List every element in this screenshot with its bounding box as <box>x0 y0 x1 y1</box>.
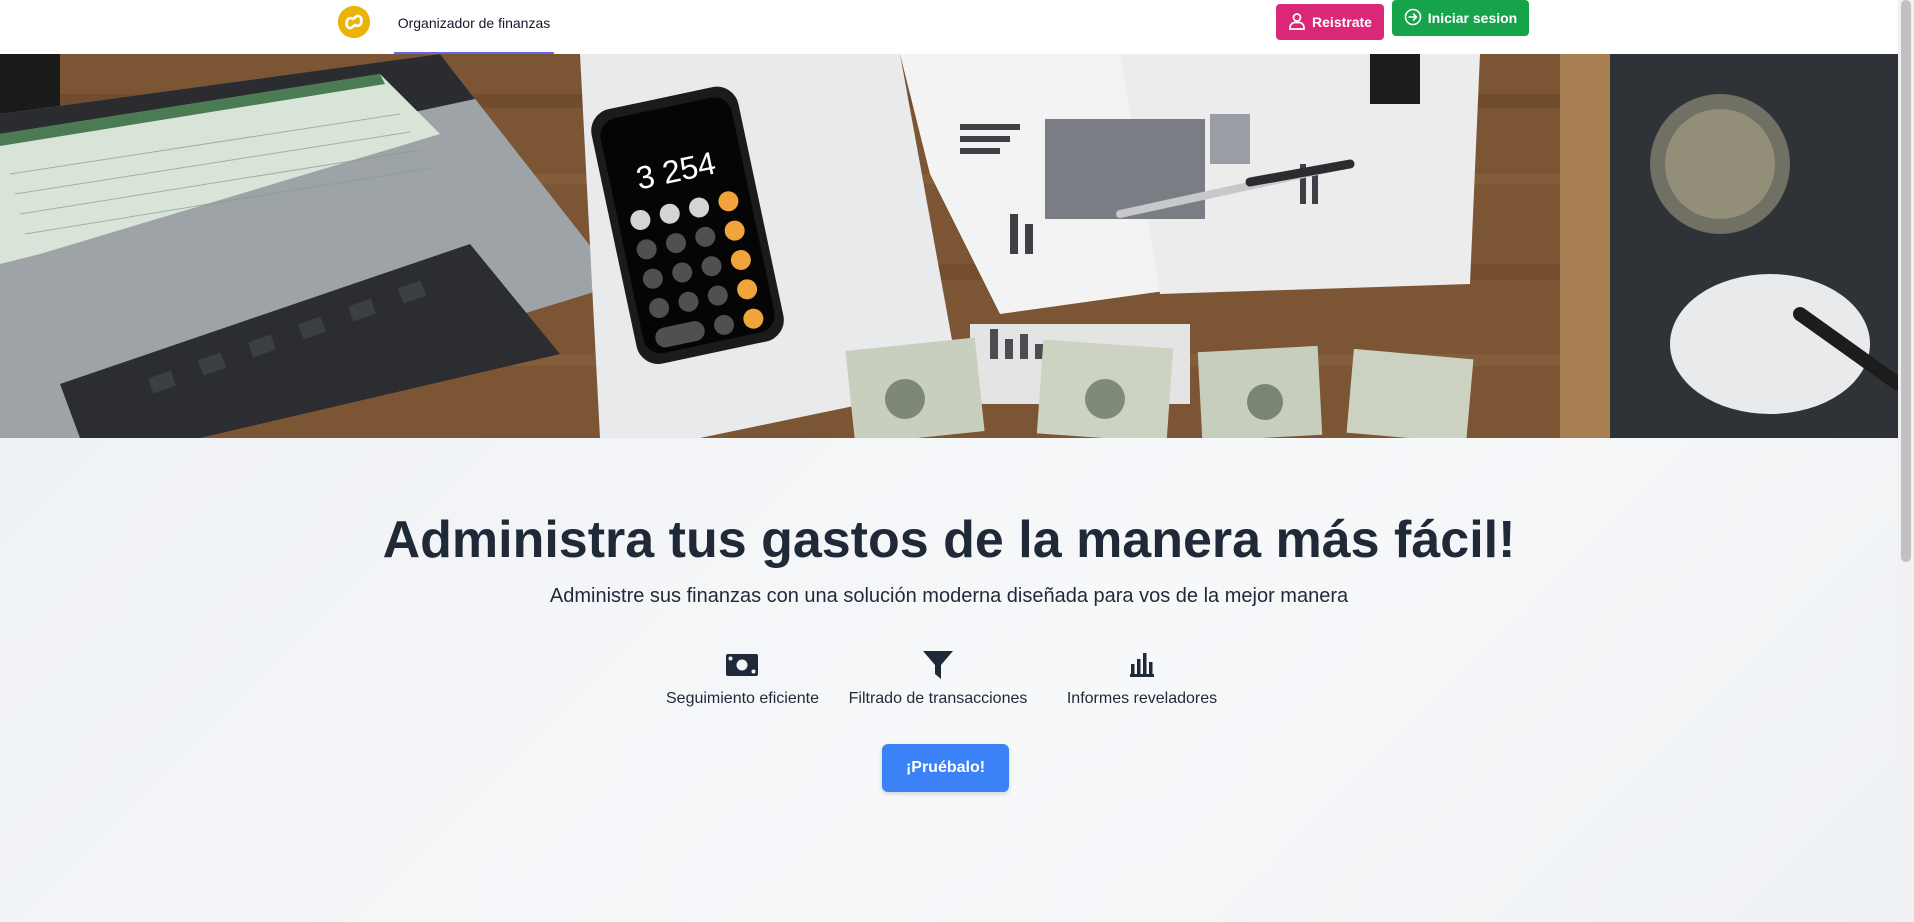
feature-label: Filtrado de transacciones <box>848 690 1028 707</box>
try-it-button[interactable]: ¡Pruébalo! <box>882 744 1009 792</box>
hero-image: 3 254 <box>0 54 1898 438</box>
feature-reports: Informes reveladores <box>1060 650 1224 708</box>
money-bill-icon <box>666 650 818 680</box>
feature-label: Informes reveladores <box>1066 690 1218 707</box>
feature-tracking: Seguimiento eficiente <box>666 650 819 708</box>
nav-link-organizador[interactable]: Organizador de finanzas <box>394 0 554 54</box>
scrollbar-thumb[interactable] <box>1901 0 1911 562</box>
register-button-label: Reistrate <box>1312 14 1372 30</box>
page-title: Administra tus gastos de la manera más f… <box>382 511 1516 569</box>
filter-icon <box>848 650 1028 680</box>
login-icon <box>1404 8 1422 29</box>
navbar: Organizador de finanzas Reistrate Inicia… <box>0 0 1898 54</box>
page-subtitle: Administre sus finanzas con una solución… <box>549 585 1349 607</box>
register-button[interactable]: Reistrate <box>1276 4 1384 40</box>
login-button-label: Iniciar sesion <box>1427 10 1518 26</box>
brand-logo-icon[interactable] <box>338 6 370 38</box>
main-section: Administra tus gastos de la manera más f… <box>0 438 1898 922</box>
vertical-scrollbar[interactable] <box>1898 0 1914 922</box>
user-icon <box>1288 12 1306 33</box>
login-button[interactable]: Iniciar sesion <box>1392 0 1529 36</box>
feature-label: Seguimiento eficiente <box>666 690 819 707</box>
feature-filtering: Filtrado de transacciones <box>848 650 1028 708</box>
bar-chart-icon <box>1060 650 1224 680</box>
